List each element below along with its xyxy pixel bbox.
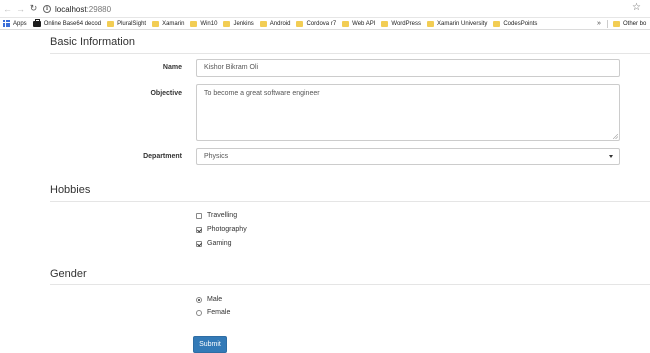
reload-icon[interactable]: ↻ [28, 2, 39, 16]
bookmark-item[interactable]: Android [259, 20, 291, 27]
hobby-label: Gaming [207, 240, 232, 247]
submit-button[interactable]: Submit [193, 336, 227, 353]
forward-arrow-icon[interactable]: → [15, 2, 26, 16]
section-title-basic-information: Basic Information [50, 36, 135, 48]
bookmark-item[interactable]: WordPress [381, 20, 421, 27]
bookmark-label: CodesPoints [503, 20, 538, 27]
bookmark-label: Android [269, 20, 291, 27]
info-icon[interactable]: i [43, 5, 51, 13]
gender-label: Male [207, 296, 223, 303]
department-label: Department [143, 153, 182, 160]
briefcase-icon [32, 18, 41, 27]
other-bookmarks[interactable]: Other bo [613, 18, 647, 29]
bookmark-star-icon[interactable]: ☆ [632, 2, 641, 13]
apps-grid-icon [3, 20, 10, 27]
bookmark-label: Xamarin University [436, 20, 488, 27]
bookmark-item[interactable]: Cordova r7 [296, 20, 337, 27]
bookmark-item[interactable]: Web API [342, 20, 376, 27]
name-field-value: Kishor Bikram Oli [204, 64, 259, 71]
back-arrow-icon[interactable]: ← [2, 2, 13, 16]
bookmarks-divider [607, 20, 608, 28]
bookmark-label: Apps [13, 20, 27, 27]
department-select[interactable]: Physics [196, 148, 620, 165]
bookmark-apps[interactable]: Apps [0, 20, 27, 27]
objective-label: Objective [150, 90, 182, 97]
bookmark-label: Other bo [623, 21, 647, 27]
bookmark-label: Web API [352, 20, 376, 27]
radio-selected-icon[interactable] [196, 296, 202, 303]
address-bar[interactable]: i localhost:29880 ☆ [43, 2, 647, 16]
bookmark-item[interactable]: CodesPoints [493, 20, 538, 27]
bookmark-item[interactable]: Online Base64 decod [32, 18, 102, 27]
folder-icon [223, 20, 231, 27]
resize-handle-icon[interactable] [613, 134, 618, 139]
bookmark-label: PluralSight [117, 20, 147, 27]
checkbox-checked-icon[interactable] [196, 226, 202, 233]
section-title-hobbies: Hobbies [50, 184, 91, 196]
gender-label: Female [207, 309, 231, 316]
folder-icon [296, 20, 304, 27]
hobby-checkbox-photography[interactable]: Photography [196, 226, 247, 233]
url-port: :29880 [86, 4, 112, 14]
bookmark-item[interactable]: Xamarin University [426, 20, 488, 27]
department-select-value: Physics [204, 153, 229, 160]
objective-textarea-value: To become a great software engineer [204, 90, 320, 97]
section-divider [50, 284, 650, 285]
bookmark-label: WordPress [391, 20, 421, 27]
folder-icon [342, 20, 350, 27]
url-host: localhost [55, 4, 87, 14]
objective-textarea[interactable]: To become a great software engineer [196, 84, 620, 141]
checkbox-checked-icon[interactable] [196, 240, 202, 247]
bookmark-label: Jenkins [233, 20, 254, 27]
browser-toolbar: ← → ↻ i localhost:29880 ☆ [0, 0, 650, 18]
hobby-checkbox-travelling[interactable]: Travelling [196, 212, 237, 219]
name-field[interactable]: Kishor Bikram Oli [196, 59, 620, 77]
chevron-down-icon [609, 155, 613, 158]
bookmark-item[interactable]: Win10 [190, 20, 218, 27]
section-divider [50, 201, 650, 202]
folder-icon [426, 20, 434, 27]
folder-icon [493, 20, 501, 27]
bookmark-label: Online Base64 decod [43, 20, 102, 27]
bookmarks-bar: Apps Online Base64 decod PluralSight Xam… [0, 18, 650, 30]
bookmark-item[interactable]: Jenkins [223, 20, 254, 27]
hobby-label: Photography [207, 226, 247, 233]
folder-icon [107, 20, 115, 27]
bookmark-label: Xamarin [162, 20, 185, 27]
folder-icon [613, 21, 620, 27]
radio-unselected-icon[interactable] [196, 309, 202, 316]
bookmark-item[interactable]: PluralSight [107, 20, 147, 27]
gender-radio-male[interactable]: Male [196, 296, 222, 303]
bookmark-item[interactable]: Xamarin [152, 20, 185, 27]
section-divider [50, 53, 650, 54]
more-bookmarks-button[interactable]: » [597, 20, 601, 27]
section-title-gender: Gender [50, 268, 87, 280]
gender-radio-female[interactable]: Female [196, 309, 230, 316]
bookmark-label: Cordova r7 [306, 20, 337, 27]
folder-icon [381, 20, 389, 27]
folder-icon [152, 20, 160, 27]
bookmark-label: Win10 [200, 20, 218, 27]
checkbox-unchecked-icon[interactable] [196, 212, 202, 219]
name-label: Name [162, 64, 182, 71]
hobby-label: Travelling [207, 212, 238, 219]
hobby-checkbox-gaming[interactable]: Gaming [196, 240, 232, 247]
folder-icon [190, 20, 198, 27]
folder-icon [259, 20, 267, 27]
